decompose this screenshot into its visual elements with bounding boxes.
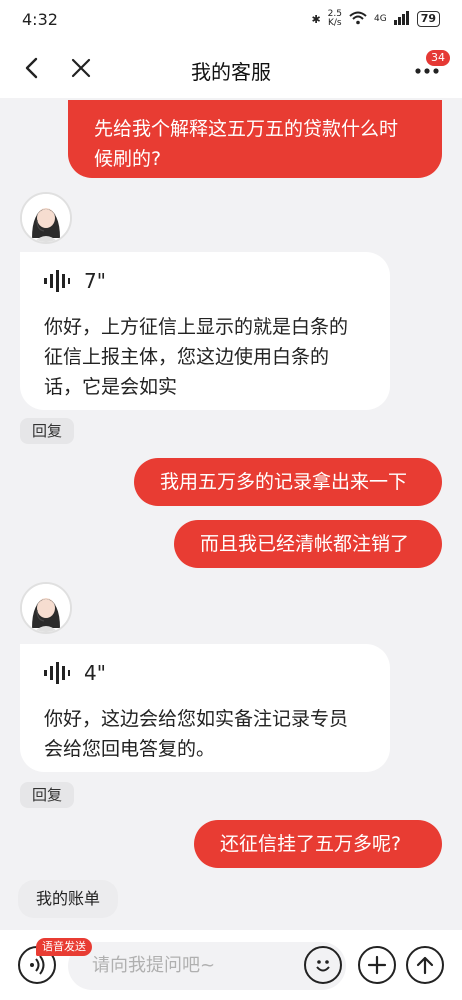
outgoing-message: 而且我已经清帐都注销了 [174, 520, 442, 568]
net-speed: 2.5 K/s [328, 10, 342, 28]
message-text: 还征信挂了五万多呢? [220, 833, 402, 855]
voice-wave-icon [44, 270, 70, 292]
status-time: 4:32 [22, 9, 58, 29]
voice-duration-row: 4" [44, 658, 366, 688]
message-text: 而且我已经清帐都注销了 [200, 533, 410, 555]
signal-icon [393, 10, 410, 28]
send-icon [416, 956, 434, 975]
nav-bar: 我的客服 [0, 38, 462, 98]
message-text-line: 会给您回电答复的。 [44, 738, 216, 760]
message-text: 我用五万多的记录拿出来一下 [160, 471, 408, 493]
send-button[interactable] [406, 946, 444, 984]
message-text-line: 候刷的? [94, 148, 162, 170]
outgoing-message: 先给我个解释这五万五的贷款什么时 候刷的? [68, 100, 442, 178]
plus-icon [367, 955, 387, 975]
status-icons: ✱ 2.5 K/s 4G 79 [311, 10, 440, 28]
battery-indicator: 79 [416, 11, 440, 27]
quick-reply-my-bills[interactable]: 我的账单 [18, 880, 119, 918]
page-title: 我的客服 [191, 60, 271, 84]
signal-label: 4G [373, 14, 387, 24]
outgoing-message: 我用五万多的记录拿出来一下 [134, 458, 442, 506]
message-text-line: 先给我个解释这五万五的贷款什么时 [94, 118, 399, 140]
message-text-line: 你好，这边会给您如实备注记录专员 [44, 708, 349, 730]
reply-button[interactable]: 回复 [20, 782, 75, 808]
emoji-button[interactable] [304, 946, 342, 984]
emoji-icon [316, 960, 330, 972]
status-bar: 4:32 ✱ 2.5 K/s 4G 79 [0, 0, 462, 38]
incoming-voice-message[interactable]: 7" 你好，上方征信上显示的就是白条的 征信上报主体，您这边使用白条的 话，它是… [20, 252, 390, 410]
bluetooth-icon: ✱ [311, 12, 321, 26]
voice-send-tag: 语音发送 [36, 938, 92, 956]
voice-duration: 7" [84, 269, 106, 293]
wifi-icon [349, 11, 367, 28]
reply-button[interactable]: 回复 [20, 418, 75, 444]
agent-avatar [20, 582, 72, 634]
agent-avatar [20, 192, 72, 244]
voice-wave-icon [44, 662, 70, 684]
add-button[interactable] [358, 946, 396, 984]
notification-badge: 34 [426, 50, 450, 66]
message-text-line: 你好，上方征信上显示的就是白条的 [44, 316, 349, 338]
outgoing-message: 还征信挂了五万多呢? [194, 820, 442, 868]
voice-duration-row: 7" [44, 266, 366, 296]
voice-duration: 4" [84, 661, 106, 685]
voice-mode-icon [30, 955, 45, 975]
message-text-line: 征信上报主体，您这边使用白条的 [44, 346, 330, 368]
net-speed-unit: K/s [328, 18, 342, 28]
incoming-voice-message[interactable]: 4" 你好，这边会给您如实备注记录专员 会给您回电答复的。 [20, 644, 390, 772]
message-text-line: 话，它是会如实 [44, 376, 178, 398]
